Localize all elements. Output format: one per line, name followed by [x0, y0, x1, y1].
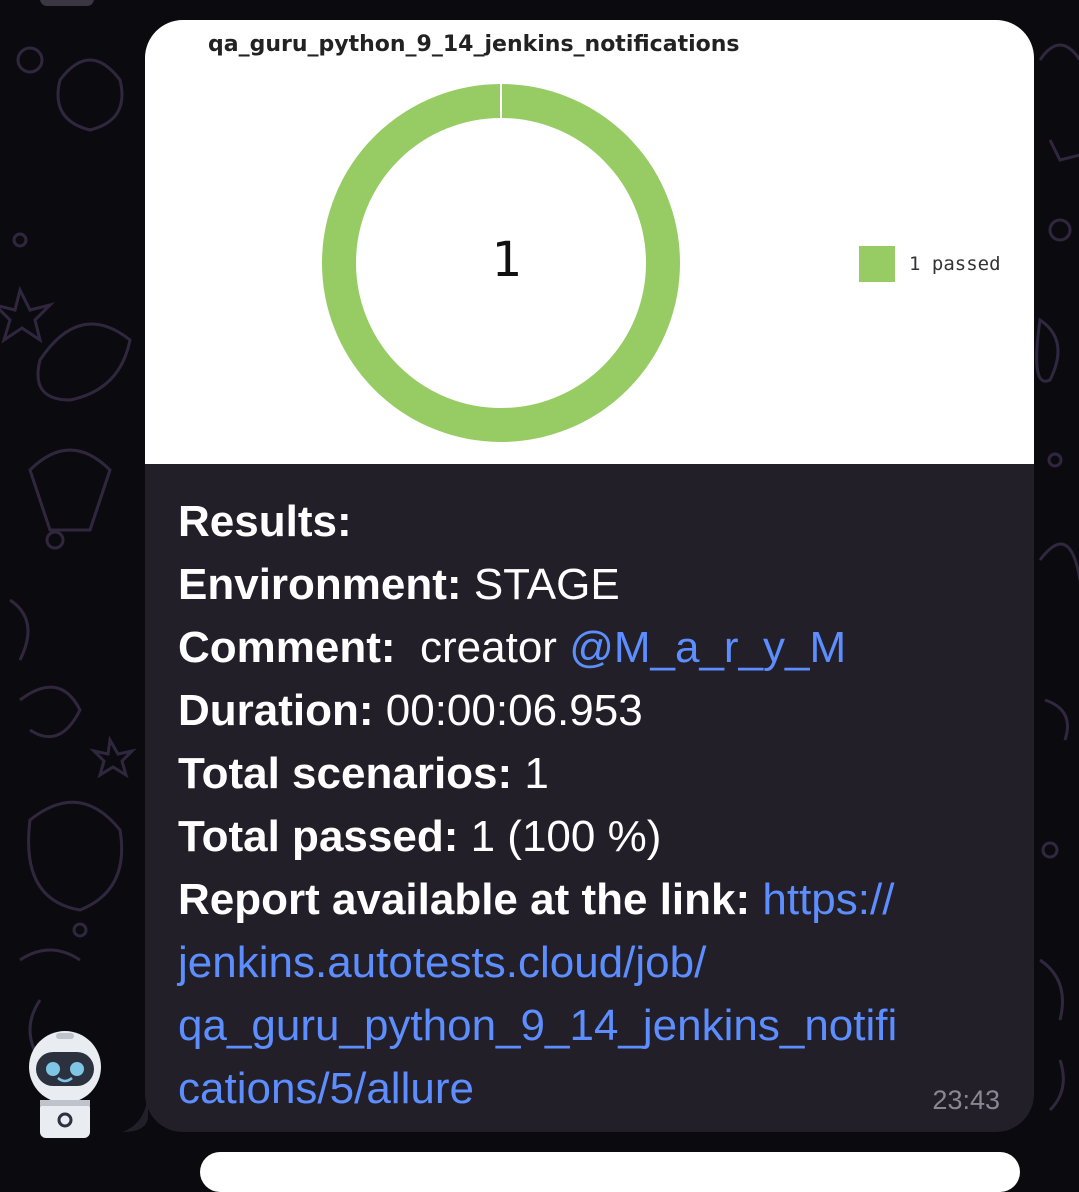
- environment-line: Environment: STAGE: [178, 553, 998, 616]
- previous-message-stub: [40, 0, 94, 6]
- environment-label: Environment:: [178, 560, 462, 609]
- total-passed-value: 1 (100 %): [470, 812, 662, 861]
- duration-label: Duration:: [178, 686, 374, 735]
- comment-line: Comment: creator @M_a_r_y_M: [178, 616, 998, 679]
- allure-chart-image[interactable]: qa_guru_python_9_14_jenkins_notification…: [145, 20, 1034, 464]
- environment-value: STAGE: [473, 560, 620, 609]
- legend-swatch-passed: [859, 246, 895, 282]
- report-link-part-4[interactable]: cations/5/allure: [178, 1064, 474, 1113]
- report-line: Report available at the link: https://: [178, 868, 998, 931]
- results-label: Results:: [178, 497, 352, 546]
- total-scenarios-line: Total scenarios: 1: [178, 742, 998, 805]
- duration-value: 00:00:06.953: [385, 686, 643, 735]
- message-timestamp: 23:43: [932, 1085, 1000, 1115]
- chart-legend: 1 passed: [859, 246, 1001, 282]
- total-scenarios-label: Total scenarios:: [178, 749, 513, 798]
- report-link-part-3[interactable]: qa_guru_python_9_14_jenkins_notifi: [178, 1001, 897, 1050]
- chart-title: qa_guru_python_9_14_jenkins_notification…: [208, 32, 740, 57]
- report-link-line-4: cations/5/allure: [178, 1057, 998, 1120]
- message-bubble[interactable]: qa_guru_python_9_14_jenkins_notification…: [145, 20, 1034, 1132]
- next-message-stub: [200, 1152, 1020, 1192]
- report-link-part-1[interactable]: https://: [762, 875, 894, 924]
- total-passed-label: Total passed:: [178, 812, 459, 861]
- duration-line: Duration: 00:00:06.953: [178, 679, 998, 742]
- total-scenarios-value: 1: [524, 749, 549, 798]
- comment-label: Comment:: [178, 623, 396, 672]
- report-link-line-3: qa_guru_python_9_14_jenkins_notifi: [178, 994, 998, 1057]
- chart-center-value: 1: [491, 232, 523, 288]
- total-passed-line: Total passed: 1 (100 %): [178, 805, 998, 868]
- user-mention-link[interactable]: @M_a_r_y_M: [569, 623, 846, 672]
- legend-label-passed: 1 passed: [909, 253, 1001, 275]
- results-line: Results:: [178, 490, 998, 553]
- report-link-part-2[interactable]: jenkins.autotests.cloud/job/: [178, 938, 706, 987]
- message-text: Results: Environment: STAGE Comment: cre…: [178, 490, 998, 1120]
- donut-chart: [322, 84, 680, 442]
- report-link-line-2: jenkins.autotests.cloud/job/: [178, 931, 998, 994]
- robot-avatar-icon[interactable]: [26, 1030, 104, 1140]
- report-label: Report available at the link:: [178, 875, 751, 924]
- comment-value: creator: [420, 623, 557, 672]
